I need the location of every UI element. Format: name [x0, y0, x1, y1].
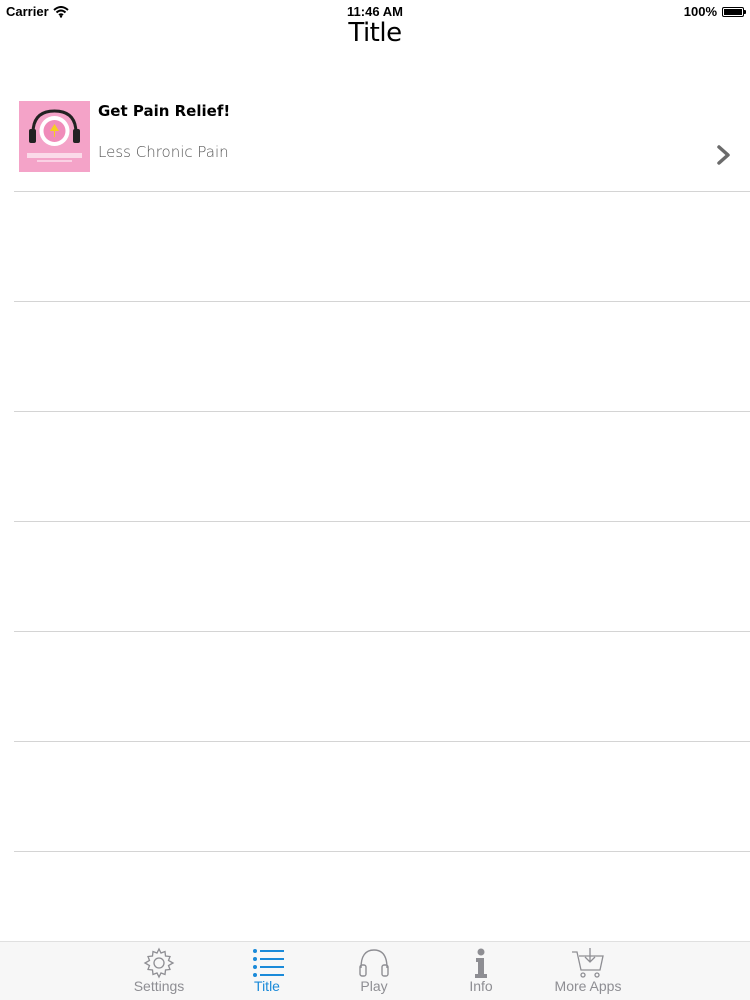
- chevron-right-icon[interactable]: [716, 144, 732, 166]
- info-icon: [475, 948, 487, 978]
- empty-row: [14, 192, 750, 302]
- empty-row: [14, 302, 750, 412]
- empty-row: [14, 742, 750, 852]
- tab-info[interactable]: Info: [436, 942, 526, 1000]
- status-right: 100%: [683, 4, 746, 19]
- tab-title[interactable]: Title: [222, 942, 312, 1000]
- item-title: Get Pain Relief!: [98, 102, 231, 120]
- thumbnail: [19, 101, 90, 172]
- gear-icon: [143, 947, 175, 979]
- page-title: Title: [348, 18, 402, 48]
- tab-label: Info: [469, 978, 493, 994]
- empty-row: [14, 522, 750, 632]
- list-icon: [253, 949, 284, 977]
- empty-row: [14, 412, 750, 522]
- tab-settings[interactable]: Settings: [114, 942, 204, 1000]
- battery-percent: 100%: [683, 4, 717, 19]
- list-item[interactable]: Get Pain Relief! Less Chronic Pain: [14, 82, 750, 192]
- status-time: 11:46 AM: [347, 4, 403, 19]
- tab-label: Title: [254, 978, 280, 994]
- headphones-icon: [359, 949, 389, 977]
- empty-row: [14, 632, 750, 742]
- tab-label: More Apps: [554, 978, 622, 994]
- tab-bar: Settings Title Play Info More Apps: [0, 941, 750, 1000]
- battery-icon: [722, 6, 746, 17]
- item-subtitle: Less Chronic Pain: [98, 143, 229, 161]
- headphones-logo-icon: [19, 101, 90, 172]
- item-list: Get Pain Relief! Less Chronic Pain: [0, 82, 750, 852]
- tab-label: Settings: [133, 978, 185, 994]
- tab-label: Play: [360, 978, 388, 994]
- tab-play[interactable]: Play: [329, 942, 419, 1000]
- tab-more-apps[interactable]: More Apps: [543, 942, 633, 1000]
- cart-icon: [572, 948, 604, 978]
